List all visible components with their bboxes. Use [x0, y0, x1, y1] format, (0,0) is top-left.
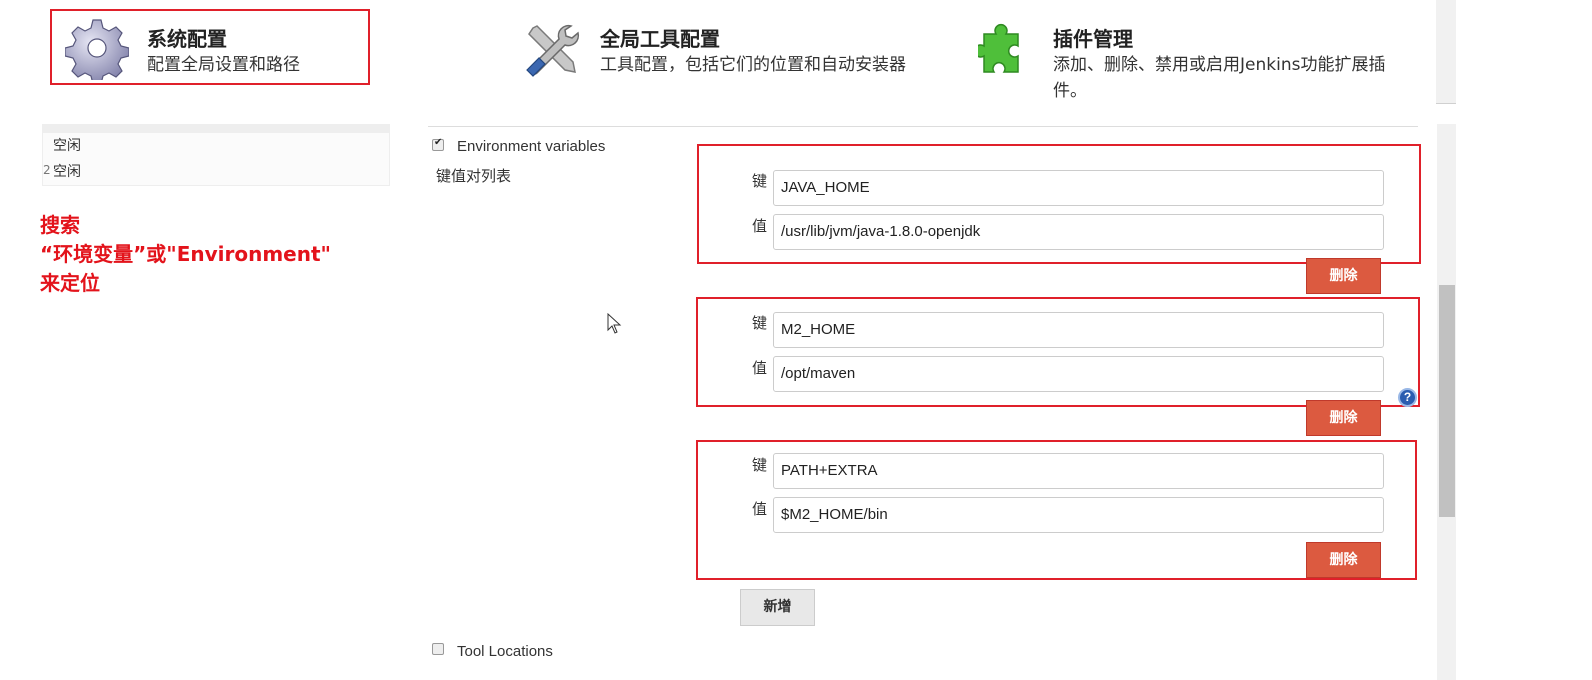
executor-status: 空闲	[53, 164, 81, 180]
upper-scrollbar[interactable]	[1436, 0, 1456, 104]
help-icon[interactable]: ?	[1398, 388, 1417, 407]
value-label: 值	[752, 500, 768, 518]
plugin-manager-title[interactable]: 插件管理	[1053, 23, 1133, 52]
highlight-manage-system	[50, 9, 370, 85]
delete-button[interactable]: 删除	[1306, 258, 1381, 294]
annotation-line: “环境变量”或"Environment"	[40, 242, 331, 266]
executor-status: 空闲	[53, 138, 81, 154]
delete-button[interactable]: 删除	[1306, 400, 1381, 436]
environment-variables-label: Environment variables	[457, 138, 606, 155]
key-label: 键	[752, 172, 768, 190]
executor-status-panel: 空闲 2 空闲	[42, 124, 390, 186]
env-key-input[interactable]: M2_HOME	[773, 312, 1384, 348]
add-button[interactable]: 新增	[740, 589, 815, 626]
global-tool-config-title[interactable]: 全局工具配置	[600, 23, 720, 52]
annotation-line: 来定位	[40, 271, 100, 295]
env-value-input[interactable]: $M2_HOME/bin	[773, 497, 1384, 533]
env-key-input[interactable]: JAVA_HOME	[773, 170, 1384, 206]
executor-row: 空闲	[53, 161, 81, 181]
global-tool-config-desc: 工具配置，包括它们的位置和自动安装器	[600, 55, 906, 75]
env-value-input[interactable]: /opt/maven	[773, 356, 1384, 392]
env-key-input[interactable]: PATH+EXTRA	[773, 453, 1384, 489]
env-value-input[interactable]: /usr/lib/jvm/java-1.8.0-openjdk	[773, 214, 1384, 250]
annotation-line: 搜索	[40, 213, 80, 237]
key-value-list-label: 键值对列表	[436, 167, 512, 185]
value-label: 值	[752, 217, 768, 235]
section-divider	[428, 126, 1418, 127]
environment-variables-checkbox[interactable]	[432, 137, 444, 151]
value-label: 值	[752, 359, 768, 377]
tool-locations-checkbox[interactable]	[432, 643, 444, 655]
search-hint-annotation: 搜索 “环境变量”或"Environment" 来定位	[40, 211, 331, 298]
puzzle-icon	[978, 24, 1019, 73]
key-label: 键	[752, 314, 768, 332]
mouse-cursor-icon	[607, 313, 622, 334]
key-label: 键	[752, 456, 768, 474]
tools-icon	[526, 24, 580, 77]
delete-button[interactable]: 删除	[1306, 542, 1381, 578]
plugin-manager-desc: 添加、删除、禁用或启用Jenkins功能扩展插件。	[1053, 55, 1386, 101]
executor-row: 空闲	[53, 135, 81, 155]
panel-header-band	[43, 125, 389, 133]
scrollbar-thumb[interactable]	[1439, 285, 1455, 517]
executor-number: 2	[43, 163, 51, 177]
tool-locations-label: Tool Locations	[457, 643, 553, 660]
